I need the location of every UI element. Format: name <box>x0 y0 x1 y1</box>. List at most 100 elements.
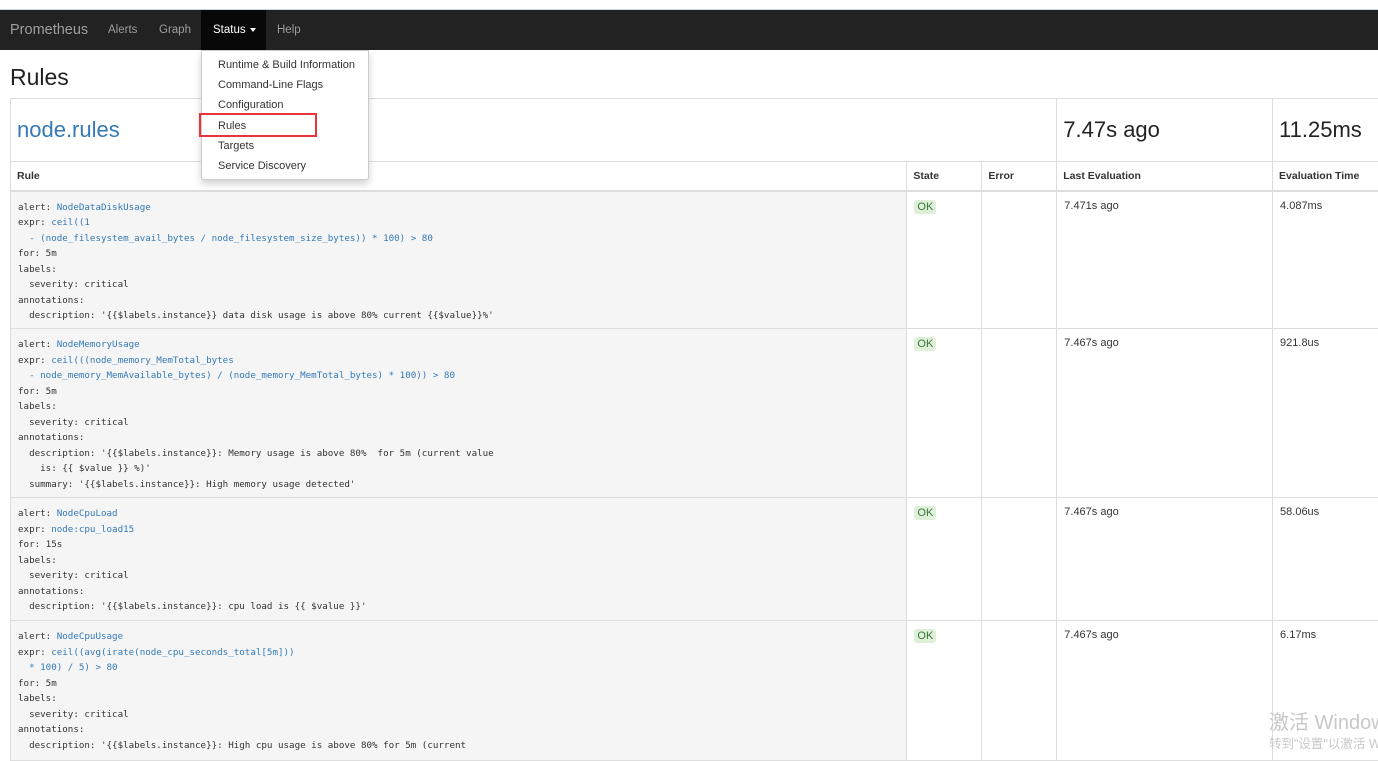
browser-chrome <box>0 0 1378 10</box>
col-error: Error <box>982 162 1057 191</box>
rule-value: critical <box>84 570 128 581</box>
rule-value-link[interactable]: NodeMemoryUsage <box>57 339 140 350</box>
rule-line: for: 5m <box>18 384 899 400</box>
windows-activation-watermark: 激活 Windows <box>1269 706 1378 735</box>
group-evaluation-time: 11.25ms <box>1273 99 1378 162</box>
rule-line: labels: <box>18 553 899 569</box>
rule-line: annotations: <box>18 430 899 446</box>
nav-alerts[interactable]: Alerts <box>108 24 137 36</box>
rule-value: 5m <box>46 678 57 689</box>
rule-value: description: '{{$labels.instance}} data … <box>18 310 494 321</box>
navbar: Prometheus Alerts Graph Status Help <box>0 10 1378 50</box>
rule-line: annotations: <box>18 584 899 600</box>
rule-line: for: 5m <box>18 676 899 692</box>
rule-last-evaluation: 7.471s ago <box>1057 191 1273 329</box>
rule-line: - node_memory_MemAvailable_bytes) / (nod… <box>18 368 899 384</box>
rule-value-link[interactable]: - node_memory_MemAvailable_bytes) / (nod… <box>18 370 455 381</box>
brand-link[interactable]: Prometheus <box>10 22 88 38</box>
nav-status-label: Status <box>213 24 246 36</box>
rule-value-link[interactable]: NodeDataDiskUsage <box>57 202 151 213</box>
rule-error <box>982 191 1057 329</box>
rule-value: summary: '{{$labels.instance}}: High mem… <box>18 479 355 490</box>
rule-value: 5m <box>46 248 57 259</box>
rule-line: labels: <box>18 399 899 415</box>
rule-value: critical <box>84 709 128 720</box>
rules-table: node.rules 7.47s ago 11.25ms Rule State … <box>10 98 1378 761</box>
rule-line: is: {{ $value }} %)' <box>18 461 899 477</box>
rule-definition: alert: NodeDataDiskUsageexpr: ceil((1 - … <box>11 191 907 329</box>
rule-value-link[interactable]: node:cpu_load15 <box>51 524 134 535</box>
col-evaluation-time: Evaluation Time <box>1273 162 1378 191</box>
rule-evaluation-time: 4.087ms <box>1273 191 1378 329</box>
rule-value: 15s <box>46 539 63 550</box>
rule-line: severity: critical <box>18 415 899 431</box>
rule-definition: alert: NodeCpuLoadexpr: node:cpu_load15f… <box>11 498 907 621</box>
rule-line: expr: node:cpu_load15 <box>18 522 899 538</box>
rule-line: alert: NodeCpuLoad <box>18 506 899 522</box>
rule-state: OK <box>907 621 982 761</box>
rule-definition: alert: NodeCpuUsageexpr: ceil((avg(irate… <box>11 621 907 761</box>
rule-line: severity: critical <box>18 568 899 584</box>
nav-status-dropdown[interactable]: Status <box>201 10 266 50</box>
rule-last-evaluation: 7.467s ago <box>1057 329 1273 498</box>
col-last-evaluation: Last Evaluation <box>1057 162 1273 191</box>
state-badge: OK <box>914 337 936 351</box>
rule-value: description: '{{$labels.instance}}: Memo… <box>18 448 494 459</box>
menu-item-service-discovery[interactable]: Service Discovery <box>202 158 368 178</box>
rule-line: expr: ceil(((node_memory_MemTotal_bytes <box>18 353 899 369</box>
rule-line: labels: <box>18 262 899 278</box>
rule-row: alert: NodeMemoryUsageexpr: ceil(((node_… <box>11 329 1378 498</box>
highlight-box <box>199 113 317 137</box>
group-name-link[interactable]: node.rules <box>17 117 120 142</box>
rule-line: * 100) / 5) > 80 <box>18 660 899 676</box>
rule-last-evaluation: 7.467s ago <box>1057 498 1273 621</box>
rule-definition: alert: NodeMemoryUsageexpr: ceil(((node_… <box>11 329 907 498</box>
rule-line: labels: <box>18 691 899 707</box>
menu-item-command-line-flags[interactable]: Command-Line Flags <box>202 77 368 97</box>
col-state: State <box>907 162 982 191</box>
rule-evaluation-time: 58.06us <box>1273 498 1378 621</box>
rule-line: for: 15s <box>18 537 899 553</box>
nav-graph[interactable]: Graph <box>159 24 191 36</box>
col-rule: Rule <box>11 162 907 191</box>
group-last-evaluation: 7.47s ago <box>1057 99 1273 162</box>
rule-value-link[interactable]: - (node_filesystem_avail_bytes / node_fi… <box>18 233 433 244</box>
rule-line: severity: critical <box>18 707 899 723</box>
menu-item-targets[interactable]: Targets <box>202 138 368 158</box>
rule-line: for: 5m <box>18 246 899 262</box>
rule-row: alert: NodeCpuLoadexpr: node:cpu_load15f… <box>11 498 1378 621</box>
rule-value-link[interactable]: * 100) / 5) > 80 <box>18 662 118 673</box>
rule-row: alert: NodeCpuUsageexpr: ceil((avg(irate… <box>11 621 1378 761</box>
windows-activation-hint: 转到"设置"以激活 Windows。 <box>1269 733 1378 752</box>
rule-error <box>982 329 1057 498</box>
rule-last-evaluation: 7.467s ago <box>1057 621 1273 761</box>
page-title: Rules <box>10 64 69 91</box>
rule-value: critical <box>84 417 128 428</box>
state-badge: OK <box>914 200 936 214</box>
rule-value: is: {{ $value }} %)' <box>18 463 151 474</box>
rule-error <box>982 621 1057 761</box>
rule-line: annotations: <box>18 293 899 309</box>
rule-value-link[interactable]: ceil((avg(irate(node_cpu_seconds_total[5… <box>51 647 294 658</box>
rule-value: critical <box>84 279 128 290</box>
rule-value-link[interactable]: NodeCpuUsage <box>57 631 123 642</box>
rule-value: description: '{{$labels.instance}}: High… <box>18 740 466 751</box>
state-badge: OK <box>914 506 936 520</box>
rule-value: description: '{{$labels.instance}}: cpu … <box>18 601 366 612</box>
rule-value-link[interactable]: NodeCpuLoad <box>57 508 118 519</box>
rule-line: expr: ceil((avg(irate(node_cpu_seconds_t… <box>18 645 899 661</box>
rule-line: - (node_filesystem_avail_bytes / node_fi… <box>18 231 899 247</box>
rule-value: 5m <box>46 386 57 397</box>
rule-line: description: '{{$labels.instance}} data … <box>18 308 899 324</box>
rule-line: expr: ceil((1 <box>18 215 899 231</box>
rule-value-link[interactable]: ceil((1 <box>51 217 90 228</box>
rule-line: alert: NodeMemoryUsage <box>18 337 899 353</box>
rule-line: severity: critical <box>18 277 899 293</box>
rule-error <box>982 498 1057 621</box>
rule-row: alert: NodeDataDiskUsageexpr: ceil((1 - … <box>11 191 1378 329</box>
rule-value-link[interactable]: ceil(((node_memory_MemTotal_bytes <box>51 355 234 366</box>
rule-line: description: '{{$labels.instance}}: cpu … <box>18 599 899 615</box>
rule-line: description: '{{$labels.instance}}: Memo… <box>18 446 899 462</box>
nav-help[interactable]: Help <box>277 24 301 36</box>
menu-item-runtime-build-information[interactable]: Runtime & Build Information <box>202 57 368 77</box>
